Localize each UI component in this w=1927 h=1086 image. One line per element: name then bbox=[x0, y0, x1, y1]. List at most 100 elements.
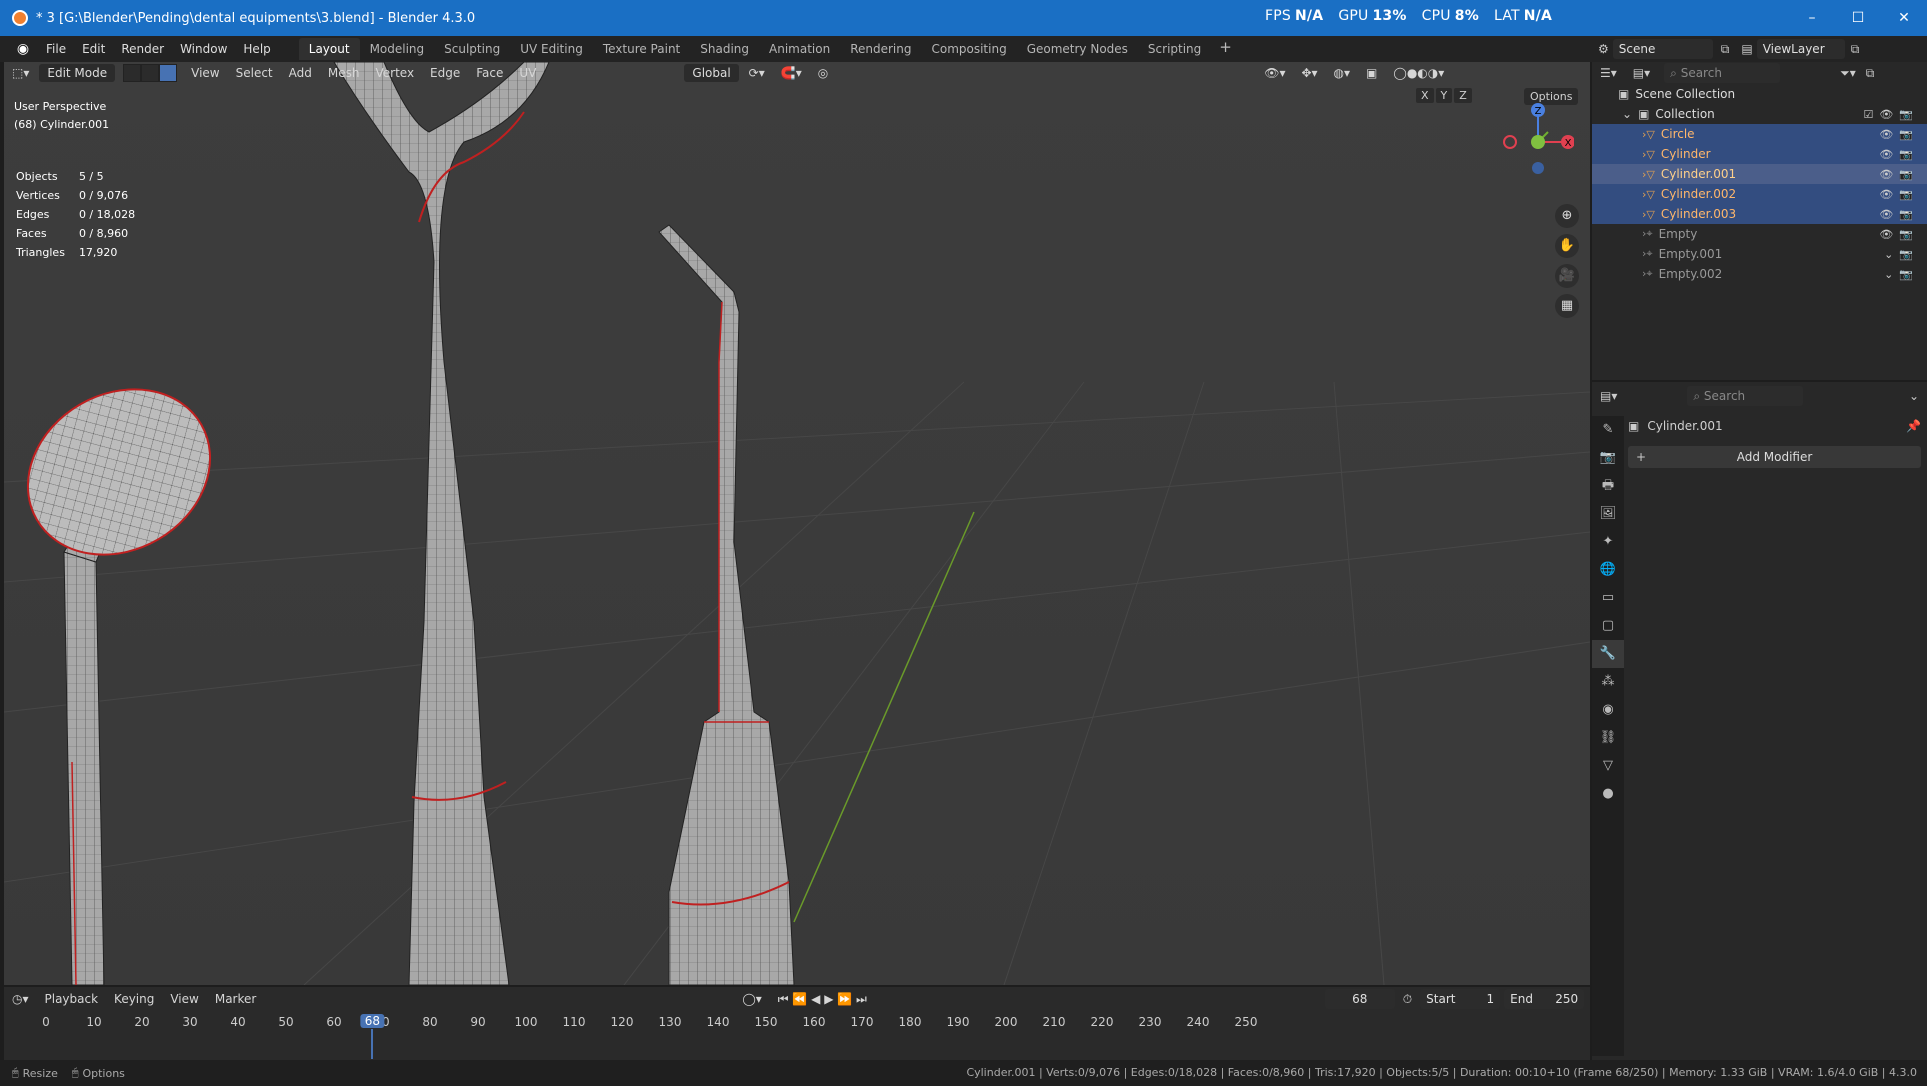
outliner-item-empty-001[interactable]: ›⌖ Empty.001 ⌄📷 bbox=[1592, 244, 1927, 264]
outliner-item-cylinder-001[interactable]: ›▽ Cylinder.001 👁📷 bbox=[1592, 164, 1927, 184]
add-modifier-button[interactable]: + Add Modifier bbox=[1628, 446, 1921, 468]
visibility-toggles[interactable]: 👁📷 bbox=[1879, 228, 1919, 241]
chevron-down-icon[interactable]: ⌄ bbox=[1909, 389, 1919, 403]
visibility-toggles[interactable]: 👁📷 bbox=[1879, 208, 1919, 221]
frame-ruler[interactable]: 0102030405060708090100110120130140150160… bbox=[4, 1011, 1590, 1059]
close-button[interactable]: ✕ bbox=[1881, 0, 1927, 36]
menu-face[interactable]: Face bbox=[468, 66, 511, 80]
modifier-tab-icon[interactable]: 🔧 bbox=[1592, 640, 1624, 668]
menu-help[interactable]: Help bbox=[235, 42, 278, 56]
tab-compositing[interactable]: Compositing bbox=[921, 38, 1016, 60]
vertex-select-mode[interactable] bbox=[123, 64, 142, 82]
menu-marker[interactable]: Marker bbox=[207, 992, 264, 1006]
object-tab-icon[interactable]: ▢ bbox=[1592, 612, 1624, 640]
mirror-z-toggle[interactable]: Z bbox=[1454, 88, 1472, 103]
playhead-frame-badge[interactable]: 68 bbox=[360, 1014, 385, 1028]
new-viewlayer-icon[interactable]: ⧉ bbox=[1851, 42, 1860, 57]
visibility-toggles[interactable]: ⌄📷 bbox=[1884, 268, 1919, 281]
visibility-toggles[interactable]: ☑👁📷 bbox=[1863, 108, 1919, 121]
menu-uv[interactable]: UV bbox=[511, 66, 544, 80]
navigation-gizmo[interactable]: Z X bbox=[1494, 98, 1574, 178]
maximize-button[interactable]: ☐ bbox=[1835, 0, 1881, 36]
clock-icon[interactable]: ◷▾ bbox=[4, 992, 37, 1006]
tall-handle-mesh[interactable] bbox=[333, 62, 550, 985]
new-collection-icon[interactable]: ⧉ bbox=[1866, 66, 1875, 81]
transform-orientation-dropdown[interactable]: Global bbox=[684, 64, 739, 82]
collection-tab-icon[interactable]: ▭ bbox=[1592, 584, 1624, 612]
menu-keying[interactable]: Keying bbox=[106, 992, 162, 1006]
start-frame-field[interactable]: Start 1 bbox=[1420, 989, 1501, 1009]
tab-modeling[interactable]: Modeling bbox=[360, 38, 435, 60]
tab-rendering[interactable]: Rendering bbox=[840, 38, 921, 60]
add-workspace-button[interactable]: + bbox=[1211, 38, 1240, 60]
viewlayer-field[interactable]: ViewLayer bbox=[1756, 39, 1845, 59]
stopwatch-icon[interactable]: ⏱ bbox=[1395, 992, 1420, 1007]
visibility-toggles[interactable]: 👁📷 bbox=[1879, 148, 1919, 161]
outliner-item-circle[interactable]: ›▽ Circle 👁📷 bbox=[1592, 124, 1927, 144]
outliner-item-cylinder-003[interactable]: ›▽ Cylinder.003 👁📷 bbox=[1592, 204, 1927, 224]
material-tab-icon[interactable]: ● bbox=[1592, 780, 1624, 808]
collection-row[interactable]: ⌄ ▣ Collection ☑👁📷 bbox=[1592, 104, 1927, 124]
output-tab-icon[interactable]: 🖶 bbox=[1592, 472, 1624, 500]
auto-key-icon[interactable]: ◯▾ bbox=[734, 992, 769, 1006]
face-select-mode[interactable] bbox=[159, 64, 178, 82]
outliner-type-icon[interactable]: ☰▾ bbox=[1600, 66, 1617, 80]
tab-animation[interactable]: Animation bbox=[759, 38, 840, 60]
gizmo-toggle-icon[interactable]: ✥▾ bbox=[1293, 66, 1325, 80]
menu-window[interactable]: Window bbox=[172, 42, 235, 56]
overlay-toggle-icon[interactable]: ◍▾ bbox=[1326, 66, 1359, 80]
pin-icon[interactable]: 📌 bbox=[1906, 419, 1921, 433]
outliner-item-cylinder[interactable]: ›▽ Cylinder 👁📷 bbox=[1592, 144, 1927, 164]
data-tab-icon[interactable]: ▽ bbox=[1592, 752, 1624, 780]
new-scene-icon[interactable]: ⧉ bbox=[1721, 42, 1730, 57]
menu-playback[interactable]: Playback bbox=[37, 992, 107, 1006]
menu-select[interactable]: Select bbox=[228, 66, 281, 80]
menu-add[interactable]: Add bbox=[281, 66, 320, 80]
outliner-search[interactable]: ⌕ Search bbox=[1664, 63, 1781, 83]
shading-modes-icon[interactable]: ◯●◐◑▾ bbox=[1385, 66, 1452, 80]
outliner-item-empty-002[interactable]: ›⌖ Empty.002 ⌄📷 bbox=[1592, 264, 1927, 284]
scene-field[interactable]: Scene bbox=[1612, 39, 1713, 59]
tab-sculpting[interactable]: Sculpting bbox=[434, 38, 510, 60]
visibility-toggles[interactable]: 👁📷 bbox=[1879, 128, 1919, 141]
dental-mirror-mesh[interactable] bbox=[4, 357, 240, 985]
menu-vertex[interactable]: Vertex bbox=[367, 66, 422, 80]
view-layer-tab-icon[interactable]: 🖼 bbox=[1592, 500, 1624, 528]
pan-hand-icon[interactable]: ✋ bbox=[1555, 234, 1579, 258]
visibility-toggles[interactable]: ⌄📷 bbox=[1884, 248, 1919, 261]
3d-viewport[interactable]: ⬚▾ Edit Mode View Select Add Mesh Vertex… bbox=[4, 62, 1590, 985]
minimize-button[interactable]: – bbox=[1789, 0, 1835, 36]
menu-render[interactable]: Render bbox=[113, 42, 172, 56]
visibility-icon[interactable]: 👁▾ bbox=[1256, 66, 1293, 80]
current-frame-field[interactable]: 68 bbox=[1324, 989, 1395, 1009]
ortho-toggle-icon[interactable]: ▦ bbox=[1555, 294, 1579, 318]
menu-edit[interactable]: Edit bbox=[74, 42, 113, 56]
outliner-item-cylinder-002[interactable]: ›▽ Cylinder.002 👁📷 bbox=[1592, 184, 1927, 204]
menu-timeline-view[interactable]: View bbox=[162, 992, 206, 1006]
edge-select-mode[interactable] bbox=[141, 64, 160, 82]
properties-search[interactable]: ⌕ Search bbox=[1687, 386, 1804, 406]
tab-layout[interactable]: Layout bbox=[298, 38, 360, 60]
end-frame-field[interactable]: End 250 bbox=[1504, 989, 1585, 1009]
tab-geometry-nodes[interactable]: Geometry Nodes bbox=[1017, 38, 1138, 60]
mirror-x-toggle[interactable]: X bbox=[1416, 88, 1434, 103]
proportional-edit-icon[interactable]: ◎ bbox=[810, 66, 836, 80]
visibility-toggles[interactable]: 👁📷 bbox=[1879, 188, 1919, 201]
playback-controls[interactable]: ⏮ ⏪ ◀ ▶ ⏩ ⏭ bbox=[770, 992, 875, 1007]
physics-tab-icon[interactable]: ◉ bbox=[1592, 696, 1624, 724]
viewport-scene[interactable] bbox=[4, 62, 1590, 985]
filter-icon[interactable]: ⏷▾ bbox=[1840, 66, 1856, 81]
chevron-down-icon[interactable]: ⌄ bbox=[1622, 107, 1632, 121]
constraints-tab-icon[interactable]: ⛓ bbox=[1592, 724, 1624, 752]
mode-dropdown[interactable]: Edit Mode bbox=[39, 64, 116, 82]
world-tab-icon[interactable]: 🌐 bbox=[1592, 556, 1624, 584]
visibility-toggles[interactable]: 👁📷 bbox=[1879, 168, 1919, 181]
outliner-item-empty[interactable]: ›⌖ Empty 👁📷 bbox=[1592, 224, 1927, 244]
menu-view[interactable]: View bbox=[183, 66, 227, 80]
menu-edge[interactable]: Edge bbox=[422, 66, 468, 80]
menu-file[interactable]: File bbox=[38, 42, 74, 56]
display-mode-icon[interactable]: ▤▾ bbox=[1633, 66, 1650, 80]
particles-tab-icon[interactable]: ⁂ bbox=[1592, 668, 1624, 696]
tab-texture-paint[interactable]: Texture Paint bbox=[593, 38, 690, 60]
editor-type-icon[interactable]: ⬚▾ bbox=[4, 66, 37, 80]
